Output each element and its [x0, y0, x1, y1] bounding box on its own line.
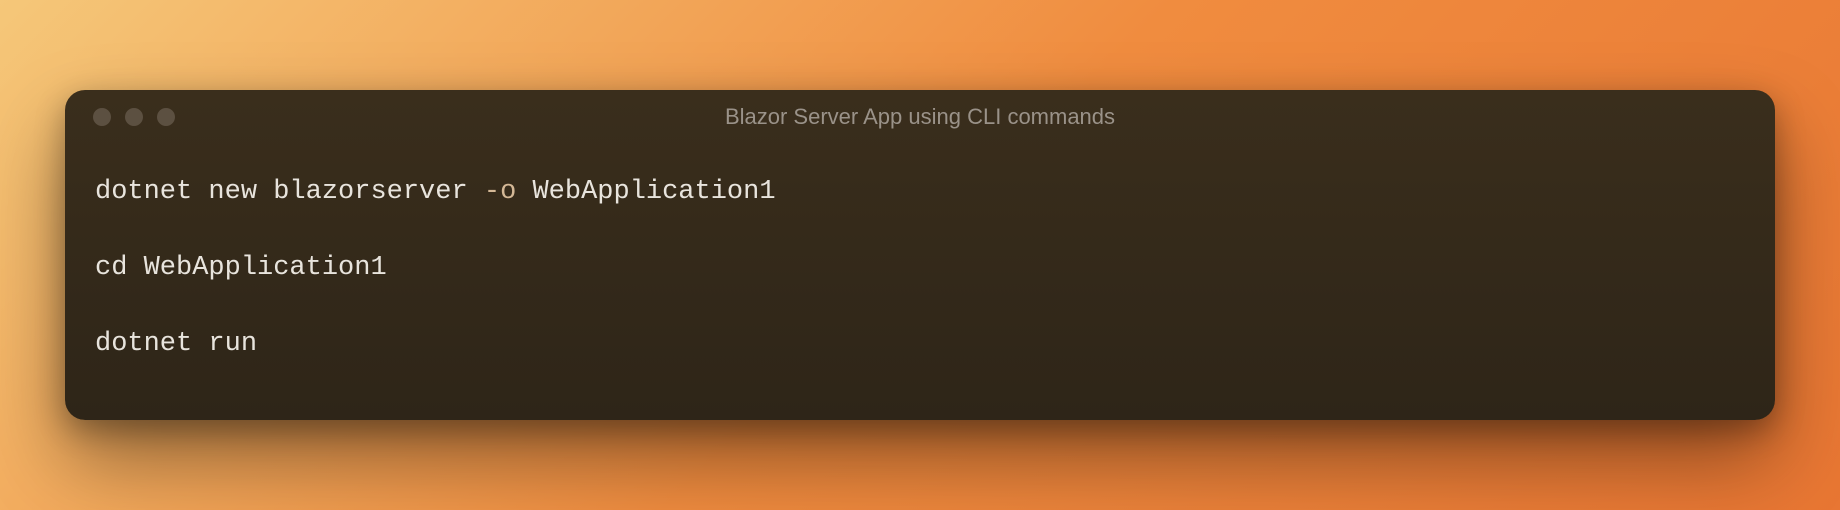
- code-token: WebApplication1: [516, 177, 775, 207]
- code-line: cd WebApplication1: [95, 250, 1745, 288]
- traffic-lights: [65, 108, 175, 126]
- window-title: Blazor Server App using CLI commands: [725, 104, 1115, 130]
- code-token: dotnet new blazorserver: [95, 177, 484, 207]
- maximize-button[interactable]: [157, 108, 175, 126]
- minimize-button[interactable]: [125, 108, 143, 126]
- close-button[interactable]: [93, 108, 111, 126]
- code-line: dotnet new blazorserver -o WebApplicatio…: [95, 174, 1745, 212]
- code-token: dotnet run: [95, 329, 257, 359]
- terminal-content[interactable]: dotnet new blazorserver -o WebApplicatio…: [65, 144, 1775, 393]
- code-token: cd WebApplication1: [95, 253, 387, 283]
- code-flag: -o: [484, 177, 516, 207]
- terminal-window: Blazor Server App using CLI commands dot…: [65, 90, 1775, 420]
- code-line: dotnet run: [95, 326, 1745, 364]
- titlebar: Blazor Server App using CLI commands: [65, 90, 1775, 144]
